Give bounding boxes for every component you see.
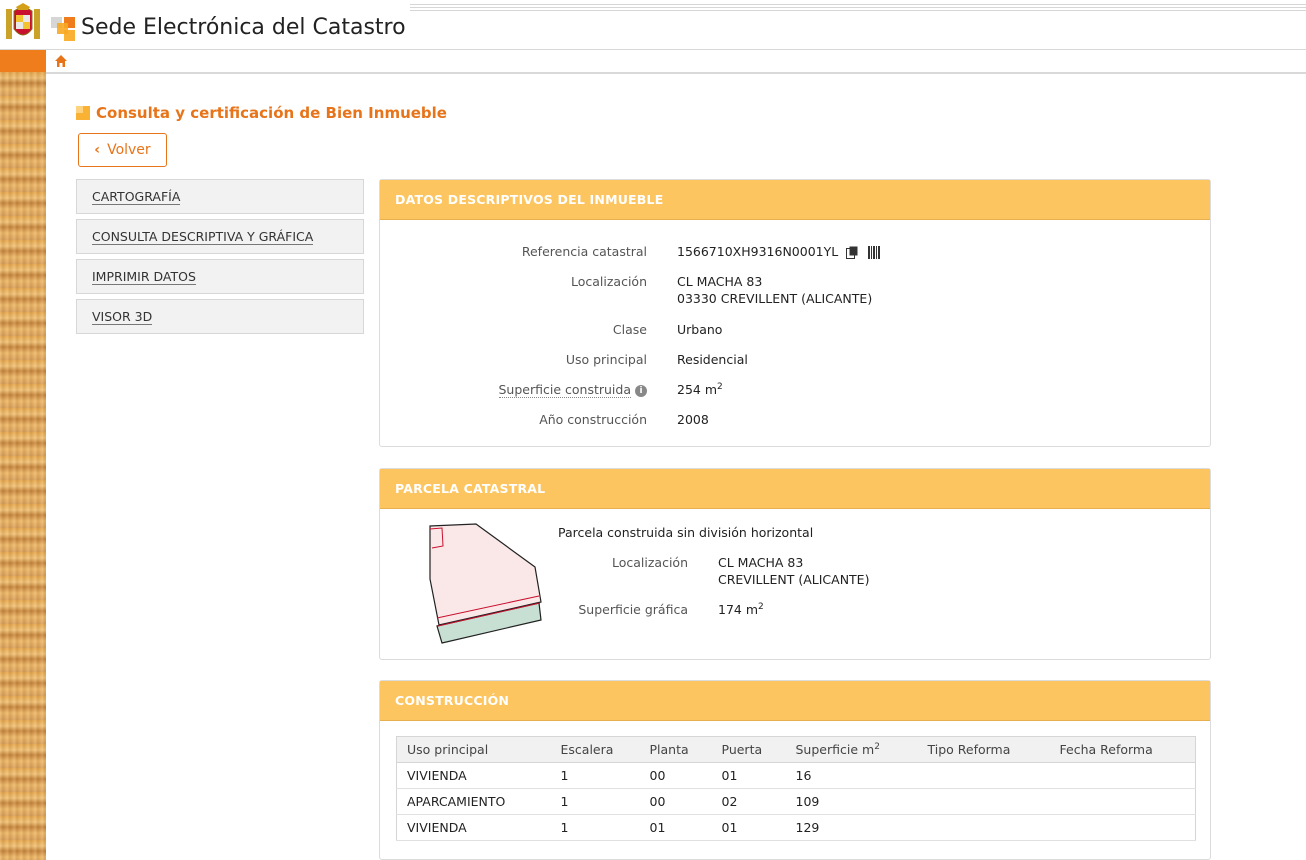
table-row: VIVIENDA 1 01 01 129 — [396, 814, 1196, 841]
cell-uso: VIVIENDA — [396, 762, 551, 789]
panel-title: PARCELA CATASTRAL — [380, 469, 1210, 509]
site-header: Sede Electrónica del Catastro — [0, 0, 1306, 50]
construccion-panel: CONSTRUCCIÓN Uso principal Escalera Plan… — [379, 680, 1211, 860]
superficie-label-row: Superficie construida i — [380, 382, 647, 398]
cell-uso: APARCAMIENTO — [396, 788, 551, 815]
table-row: APARCAMIENTO 1 00 02 109 — [396, 788, 1196, 815]
ref-label: Referencia catastral — [521, 244, 647, 259]
side-menu: CARTOGRAFÍA CONSULTA DESCRIPTIVA Y GRÁFI… — [76, 179, 364, 339]
breadcrumb — [46, 50, 1306, 74]
col-header-fecha-reforma: Fecha Reforma — [1049, 736, 1196, 763]
parcela-sup-label: Superficie gráfica — [578, 602, 688, 617]
datos-descriptivos-panel: DATOS DESCRIPTIVOS DEL INMUEBLE Referenc… — [379, 179, 1211, 447]
anio-label: Año construcción — [539, 412, 647, 427]
decorative-side-strip — [0, 72, 46, 860]
loc-line2: 03330 CREVILLENT (ALICANTE) — [677, 291, 873, 306]
parcela-loc-label: Localización — [611, 555, 688, 570]
menu-item-label: CARTOGRAFÍA — [92, 188, 181, 205]
parcela-sup-exp: 2 — [758, 602, 764, 612]
cell-tipo-reforma — [917, 814, 1050, 841]
loc-label: Localización — [570, 274, 647, 289]
header-stripes — [410, 4, 1306, 13]
catastro-logo-icon — [51, 17, 75, 41]
menu-item-cartografia[interactable]: CARTOGRAFÍA — [76, 179, 364, 214]
col-header-superficie-exp: 2 — [874, 741, 880, 752]
site-title: Sede Electrónica del Catastro — [81, 15, 406, 40]
cell-superficie: 16 — [785, 762, 918, 789]
cell-puerta: 01 — [711, 814, 786, 841]
ref-value-row: 1566710XH9316N0001YL — [677, 244, 881, 259]
col-header-planta: Planta — [639, 736, 712, 763]
cell-puerta: 02 — [711, 788, 786, 815]
col-header-uso: Uso principal — [396, 736, 551, 763]
menu-item-label: VISOR 3D — [92, 308, 153, 325]
coat-of-arms-icon — [6, 3, 40, 39]
parcela-sup-value: 174 m — [718, 602, 759, 618]
parcel-map-image[interactable] — [422, 519, 552, 649]
cell-fecha-reforma — [1049, 788, 1196, 815]
menu-item-consulta-descriptiva[interactable]: CONSULTA DESCRIPTIVA Y GRÁFICA — [76, 219, 364, 254]
superficie-label: Superficie construida — [498, 382, 631, 398]
info-icon[interactable]: i — [635, 384, 647, 397]
menu-item-label: CONSULTA DESCRIPTIVA Y GRÁFICA — [92, 228, 314, 245]
back-button[interactable]: ‹ Volver — [78, 133, 167, 167]
superficie-exp: 2 — [717, 382, 723, 392]
anio-value: 2008 — [677, 412, 709, 427]
superficie-value-row: 254 m2 — [677, 382, 723, 397]
cell-uso: VIVIENDA — [396, 814, 551, 841]
cell-fecha-reforma — [1049, 762, 1196, 789]
table-header-row: Uso principal Escalera Planta Puerta Sup… — [396, 736, 1196, 763]
cell-puerta: 01 — [711, 762, 786, 789]
panel-title: DATOS DESCRIPTIVOS DEL INMUEBLE — [380, 180, 1210, 220]
cell-planta: 01 — [639, 814, 712, 841]
uso-label: Uso principal — [565, 352, 647, 367]
table-row: VIVIENDA 1 00 01 16 — [396, 762, 1196, 789]
panel-title: CONSTRUCCIÓN — [380, 681, 1210, 721]
menu-item-label: IMPRIMIR DATOS — [92, 268, 196, 285]
clase-value: Urbano — [677, 322, 723, 337]
superficie-value: 254 m — [677, 382, 718, 398]
uso-value: Residencial — [677, 352, 748, 367]
clase-label: Clase — [612, 322, 647, 337]
cell-planta: 00 — [639, 788, 712, 815]
parcela-subtitle: Parcela construida sin división horizont… — [558, 525, 814, 540]
back-button-label: Volver — [107, 142, 151, 158]
cell-escalera: 1 — [550, 814, 640, 841]
page-title: Consulta y certificación de Bien Inmuebl… — [76, 104, 447, 122]
parcela-loc-line2: CREVILLENT (ALICANTE) — [718, 572, 870, 587]
col-header-escalera: Escalera — [550, 736, 640, 763]
barcode-icon[interactable] — [868, 246, 881, 259]
menu-item-imprimir-datos[interactable]: IMPRIMIR DATOS — [76, 259, 364, 294]
construccion-table: Uso principal Escalera Planta Puerta Sup… — [396, 736, 1196, 841]
col-header-superficie-text: Superficie m — [795, 742, 875, 758]
ref-value: 1566710XH9316N0001YL — [677, 244, 839, 259]
col-header-puerta: Puerta — [711, 736, 786, 763]
parcela-sup-value-row: 174 m2 — [718, 602, 764, 617]
cell-escalera: 1 — [550, 788, 640, 815]
col-header-tipo-reforma: Tipo Reforma — [917, 736, 1050, 763]
cell-superficie: 129 — [785, 814, 918, 841]
heading-square-icon — [76, 106, 90, 120]
menu-item-visor-3d[interactable]: VISOR 3D — [76, 299, 364, 334]
cell-escalera: 1 — [550, 762, 640, 789]
cell-fecha-reforma — [1049, 814, 1196, 841]
home-icon[interactable] — [54, 54, 68, 68]
cell-planta: 00 — [639, 762, 712, 789]
parcela-loc-line1: CL MACHA 83 — [718, 555, 804, 570]
loc-line1: CL MACHA 83 — [677, 274, 763, 289]
breadcrumb-accent — [0, 50, 46, 72]
page-title-text: Consulta y certificación de Bien Inmuebl… — [96, 104, 447, 122]
cell-tipo-reforma — [917, 762, 1050, 789]
copy-icon[interactable] — [846, 246, 858, 259]
parcela-catastral-panel: PARCELA CATASTRAL Parcela construida sin… — [379, 468, 1211, 660]
col-header-superficie: Superficie m2 — [785, 736, 918, 763]
cell-superficie: 109 — [785, 788, 918, 815]
cell-tipo-reforma — [917, 788, 1050, 815]
chevron-left-icon: ‹ — [94, 142, 101, 158]
